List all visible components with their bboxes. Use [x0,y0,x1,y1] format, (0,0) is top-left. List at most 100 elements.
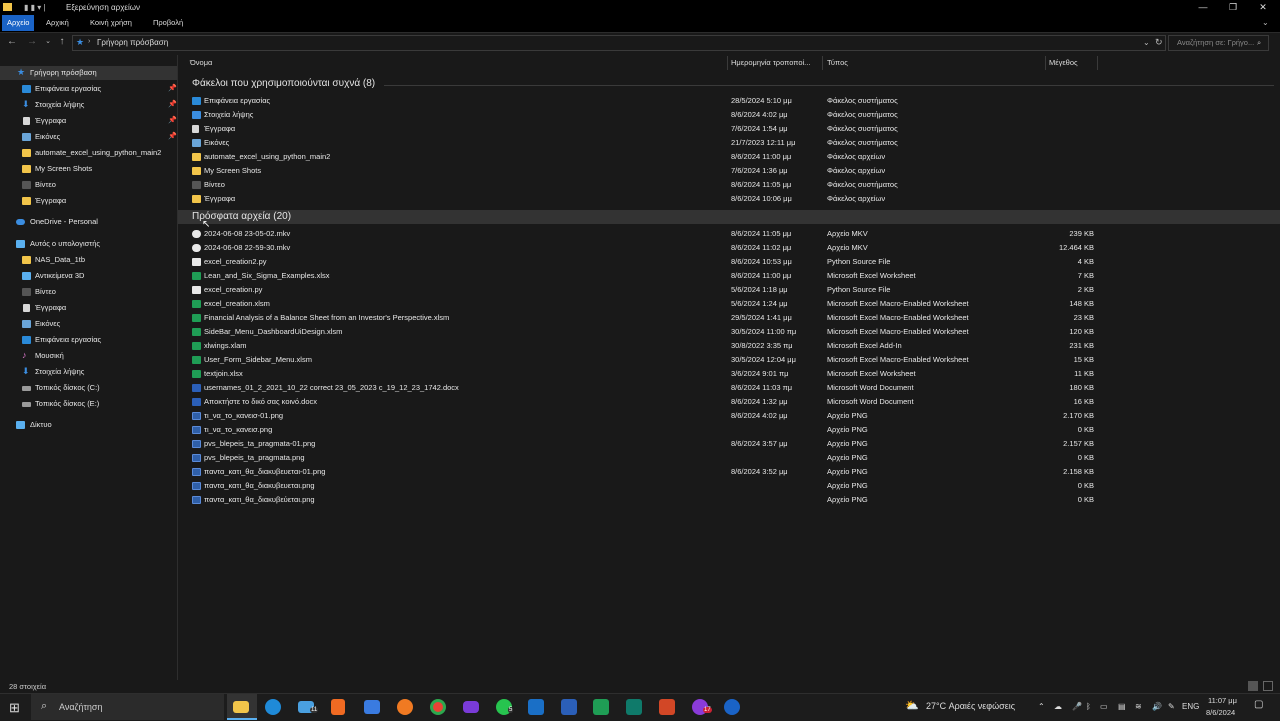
tab-share[interactable]: Κοινή χρήση [85,15,137,31]
volume-icon[interactable]: 🔊 [1152,702,1162,711]
sidebar-item-downloads[interactable]: ⬇ Στοιχεία λήψης 📌 [0,98,177,112]
quick-access-toolbar[interactable]: ▮ ▮ ▾ | [24,3,46,12]
sidebar-item-network[interactable]: Δίκτυο [0,418,177,432]
file-row[interactable]: excel_creation.py 5/6/2024 1:18 μμ Python … [178,283,1280,297]
expand-ribbon-icon[interactable]: ⌄ [1262,18,1269,27]
powerpoint-icon[interactable] [659,699,675,715]
clock-time[interactable]: 11:07 μμ [1208,696,1237,705]
file-row[interactable]: excel_creation.xlsm 5/6/2024 1:24 μμ Micro… [178,297,1280,311]
file-row[interactable]: παντα_κατι_θα_διακυβευεται.png Αρχείο PNG… [178,479,1280,493]
column-header-size[interactable]: Μέγεθος [1049,58,1078,67]
sidebar-item-pc-pictures[interactable]: Εικόνες [0,317,177,331]
file-row[interactable]: Βίντεο 8/6/2024 11:05 μμ Φάκελος συστήματο… [178,178,1280,192]
tray-chevron-icon[interactable]: ⌃ [1038,702,1045,711]
app-icon[interactable] [463,701,479,713]
tab-file[interactable]: Αρχείο [2,15,35,31]
file-row[interactable]: Επιφάνεια εργασίας 28/5/2024 5:10 μμ Φάκελ… [178,94,1280,108]
column-divider[interactable] [822,56,823,70]
chevron-down-icon[interactable]: ⌄ [1143,38,1150,47]
file-row[interactable]: xlwings.xlam 30/8/2022 3:35 πμ Microsoft E… [178,339,1280,353]
column-divider[interactable] [1045,56,1046,70]
column-divider[interactable] [1097,56,1098,70]
breadcrumb-separator-icon[interactable]: › [88,38,90,45]
file-row[interactable]: pvs_blepeis_ta_pragmata-01.png 8/6/2024 3… [178,437,1280,451]
pen-icon[interactable]: ✎ [1168,702,1175,711]
file-row[interactable]: Αποκτήστε το δικό σας κοινό.docx 8/6/2024… [178,395,1280,409]
file-row[interactable]: textjoin.xlsx 3/6/2024 9:01 πμ Microsoft E… [178,367,1280,381]
edge-icon[interactable] [265,699,281,715]
battery-icon[interactable]: ▭ [1100,702,1108,711]
sidebar-item-videos[interactable]: Βίντεο [0,178,177,192]
file-row[interactable]: Στοιχεία λήψης 8/6/2024 4:02 μμ Φάκελος συ… [178,108,1280,122]
sidebar-item-pc-videos[interactable]: Βίντεο [0,285,177,299]
publisher-icon[interactable] [626,699,642,715]
chrome-icon[interactable] [430,699,446,715]
windows-start-icon[interactable]: ⊞ [9,700,20,716]
file-row[interactable]: Lean_and_Six_Sigma_Examples.xlsx 8/6/2024… [178,269,1280,283]
weather-icon[interactable]: ⛅ [905,699,919,712]
file-row[interactable]: Έγγραφα 8/6/2024 10:06 μμ Φάκελος αρχείων [178,192,1280,206]
sidebar-item-desktop[interactable]: Επιφάνεια εργασίας 📌 [0,82,177,96]
sidebar-item-3d-objects[interactable]: Αντικείμενα 3D [0,269,177,283]
onedrive-tray-icon[interactable]: ☁ [1054,702,1062,711]
file-row[interactable]: Financial Analysis of a Balance Sheet fr… [178,311,1280,325]
sidebar-item-quick-access[interactable]: ★ Γρήγορη πρόσβαση [0,66,177,80]
language-indicator[interactable]: ENG [1182,702,1199,711]
sidebar-item-nas[interactable]: NAS_Data_1tb [0,253,177,267]
sidebar-item-screenshots[interactable]: My Screen Shots [0,162,177,176]
file-row[interactable]: παντα_κατι_θα_διακυβεύεται.png Αρχείο PNG… [178,493,1280,507]
forward-arrow-icon[interactable]: → [25,35,39,49]
file-row[interactable]: usernames_01_2_2021_10_22 correct 23_05_… [178,381,1280,395]
minimize-button[interactable]: — [1188,0,1218,15]
group-header-recent-highlight[interactable]: Πρόσφατα αρχεία (20) [178,210,1280,224]
large-icons-view-icon[interactable] [1263,681,1273,691]
column-divider[interactable] [727,56,728,70]
word-icon[interactable] [561,699,577,715]
sidebar-item-this-pc[interactable]: Αυτός ο υπολογιστής [0,237,177,251]
column-header-type[interactable]: Τύπος [827,58,848,67]
refresh-icon[interactable]: ↻ [1155,37,1163,48]
tab-home[interactable]: Αρχική [41,15,74,31]
file-explorer-icon[interactable] [233,701,249,713]
sidebar-item-music[interactable]: ♪ Μουσική [0,349,177,363]
column-header-name[interactable]: Όνομα [190,58,212,67]
column-header-date[interactable]: Ημερομηνία τροποποί... [731,58,810,67]
tab-view[interactable]: Προβολή [148,15,188,31]
sidebar-item-automate-excel[interactable]: automate_excel_using_python_main2 [0,146,177,160]
file-row[interactable]: pvs_blepeis_ta_pragmata.png Αρχείο PNG 0 K… [178,451,1280,465]
outlook-icon[interactable] [528,699,544,715]
file-row[interactable]: SideBar_Menu_DashboardUiDesign.xlsm 30/5/… [178,325,1280,339]
pin-icon[interactable]: 📌 [168,84,177,92]
bluetooth-icon[interactable]: ᛒ [1086,702,1091,711]
file-row[interactable]: Έγγραφα 7/6/2024 1:54 μμ Φάκελος συστήματο… [178,122,1280,136]
sidebar-item-onedrive[interactable]: OneDrive - Personal [0,215,177,229]
file-row[interactable]: παντα_κατι_θα_διακυβευεται-01.png 8/6/202… [178,465,1280,479]
address-path-box[interactable]: ★ › Γρήγορη πρόσβαση ⌄ ↻ [72,35,1166,51]
close-button[interactable]: ✕ [1248,0,1278,15]
file-row[interactable]: τι_να_το_κανεισ.png Αρχείο PNG 0 KB [178,423,1280,437]
notification-icon[interactable]: ▢ [1254,699,1263,710]
pin-icon[interactable]: 📌 [168,100,177,108]
breadcrumb-quick-access[interactable]: Γρήγορη πρόσβαση [97,38,168,47]
sidebar-item-drive-c[interactable]: Τοπικός δίσκος (C:) [0,381,177,395]
search-input[interactable]: Αναζήτηση σε: Γρήγο... ⌕ [1168,35,1269,51]
excel-icon[interactable] [593,699,609,715]
network-tray-icon[interactable]: ▤ [1118,702,1126,711]
mic-icon[interactable]: 🎤 [1072,702,1082,711]
sidebar-item-drive-e[interactable]: Τοπικός δίσκος (E:) [0,397,177,411]
taskbar-search[interactable]: ⌕ Αναζήτηση [31,694,224,720]
app-icon[interactable] [3,3,12,11]
details-view-icon[interactable] [1248,681,1258,691]
store-icon[interactable] [364,700,380,714]
up-arrow-icon[interactable]: ↑ [55,35,69,49]
file-row[interactable]: excel_creation2.py 8/6/2024 10:53 μμ Pytho… [178,255,1280,269]
sidebar-item-pc-downloads[interactable]: ⬇ Στοιχεία λήψης [0,365,177,379]
wifi-icon[interactable]: ≋ [1135,702,1142,711]
file-row[interactable]: User_Form_Sidebar_Menu.xlsm 30/5/2024 12:… [178,353,1280,367]
sidebar-item-pictures[interactable]: Εικόνες 📌 [0,130,177,144]
file-row[interactable]: τι_να_το_κανεισ-01.png 8/6/2024 4:02 μμ Αρ… [178,409,1280,423]
sidebar-item-documents-2[interactable]: Έγγραφα [0,194,177,208]
brave-icon[interactable] [331,699,345,715]
sidebar-item-documents[interactable]: Έγγραφα 📌 [0,114,177,128]
maximize-button[interactable]: ❐ [1218,0,1248,15]
